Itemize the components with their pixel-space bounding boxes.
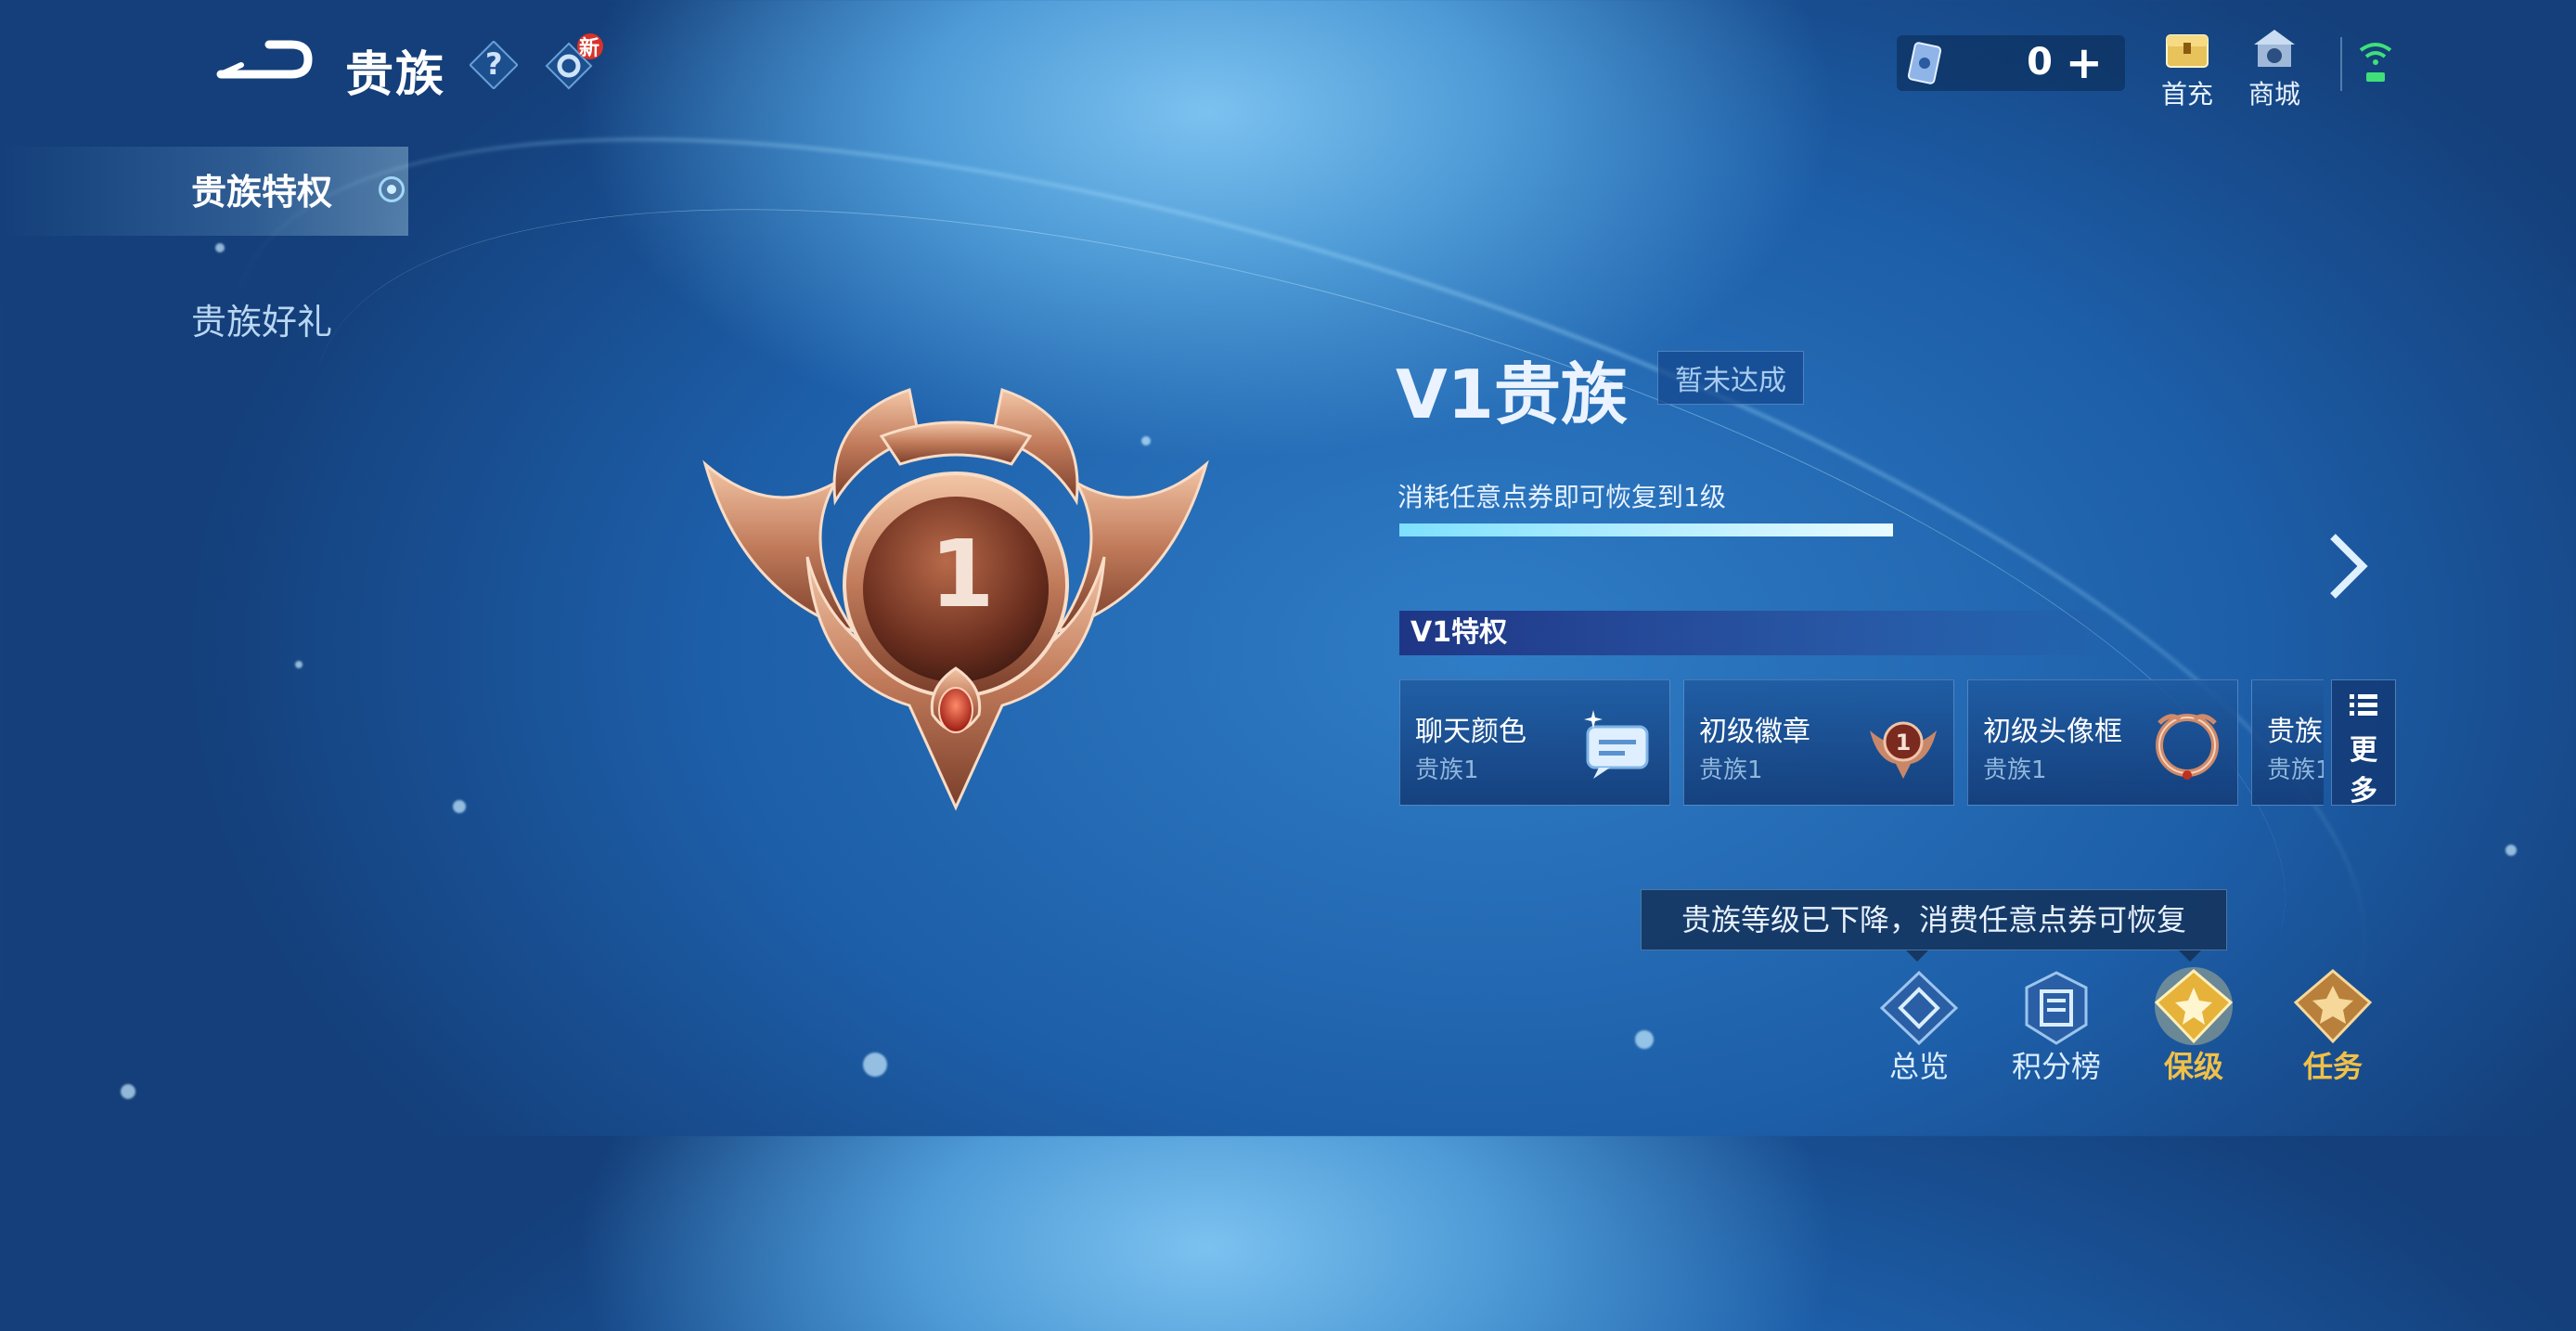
leaderboard-icon	[2025, 971, 2088, 1045]
privilege-card-badge[interactable]: 初级徽章 贵族1 1	[1683, 679, 1954, 806]
level-progress-bar	[1399, 523, 1893, 536]
new-badge: 新	[579, 37, 600, 60]
privilege-card-avatar-frame[interactable]: 初级头像框 贵族1	[1967, 679, 2238, 806]
privilege-card-noble[interactable]: 贵族 贵族1	[2251, 679, 2324, 806]
sidebar-active-indicator	[379, 176, 405, 202]
nav-task[interactable]: 任务	[2277, 965, 2389, 1086]
sparkle	[1635, 1030, 1654, 1049]
keep-level-icon	[2154, 967, 2234, 1045]
sidebar-item-gifts[interactable]: 贵族好礼	[191, 293, 332, 344]
settings-button[interactable]: 新	[544, 33, 609, 93]
privilege-name: 聊天颜色	[1415, 716, 1526, 748]
privilege-level: 贵族1	[2267, 756, 2324, 784]
badge-icon: 1	[1870, 721, 1937, 779]
sparkle	[2505, 845, 2517, 856]
sidebar-item-privileges[interactable]: 贵族特权	[191, 163, 332, 214]
privilege-name: 贵族	[2267, 716, 2323, 748]
restore-hint: 消耗任意点券即可恢复到1级	[1397, 482, 1726, 512]
page-title: 贵族	[345, 47, 446, 103]
list-icon	[2350, 694, 2377, 716]
sparkle	[215, 243, 225, 252]
shop-icon	[2254, 30, 2295, 67]
nav-keep-level[interactable]: 保级	[2138, 965, 2249, 1086]
level-drop-tooltip: 贵族等级已下降，消费任意点券可恢复	[1641, 889, 2227, 950]
shop-label: 商城	[2248, 79, 2300, 110]
privilege-level: 贵族1	[1415, 756, 1479, 784]
privilege-card-chat-color[interactable]: 聊天颜色 贵族1	[1399, 679, 1670, 806]
privilege-name: 初级徽章	[1699, 716, 1810, 748]
more-privileges-button[interactable]: 更 多	[2331, 679, 2396, 808]
sparkle	[295, 661, 303, 668]
nav-leaderboard[interactable]: 积分榜	[2001, 969, 2112, 1086]
nav-label: 积分榜	[2011, 1049, 2101, 1084]
level-name: V1贵族	[1396, 355, 1628, 433]
sparkle	[453, 800, 466, 813]
treasure-chest-icon	[2166, 34, 2209, 68]
wifi-icon	[2359, 43, 2392, 82]
divider	[2340, 37, 2342, 91]
nav-overview[interactable]: 总览	[1863, 969, 1975, 1086]
nav-label: 任务	[2302, 1049, 2363, 1084]
back-arrow-icon	[216, 40, 313, 79]
noble-level-emblem: 1	[687, 381, 1225, 826]
nav-label: 总览	[1888, 1049, 1949, 1084]
coupon-icon	[1907, 42, 1942, 84]
task-icon	[2293, 969, 2373, 1044]
privileges-title: V1特权	[1399, 611, 2123, 655]
first-recharge-button[interactable]: 首充	[2145, 28, 2229, 111]
shop-button[interactable]: 商城	[2233, 26, 2316, 111]
privilege-name: 初级头像框	[1983, 716, 2122, 748]
help-button[interactable]: ?	[469, 40, 519, 90]
overview-icon	[1879, 970, 1959, 1046]
first-recharge-label: 首充	[2160, 79, 2213, 110]
privilege-level: 贵族1	[1983, 756, 2047, 784]
status-badge: 暂未达成	[1657, 351, 1804, 405]
tooltip-arrow	[2179, 950, 2201, 962]
add-currency-button[interactable]: +	[2066, 37, 2103, 89]
tooltip-arrow	[1906, 950, 1928, 962]
back-button[interactable]	[213, 32, 316, 87]
next-level-button[interactable]	[2320, 529, 2376, 603]
nav-label: 保级	[2163, 1049, 2223, 1084]
emblem-number: 1	[930, 520, 995, 628]
more-label-1: 更	[2350, 734, 2377, 767]
svg-text:1: 1	[1896, 730, 1912, 756]
privilege-cards: 聊天颜色 贵族1 初级徽章 贵族1 1 初级头像框 贵族1 贵族 贵族1	[1399, 679, 2324, 806]
chat-bubble-icon	[1584, 710, 1649, 779]
more-label-2: 多	[2350, 775, 2377, 808]
avatar-frame-icon	[2156, 714, 2219, 780]
chevron-right-icon	[2330, 534, 2368, 599]
sparkle	[121, 1084, 135, 1099]
sparkle	[863, 1053, 887, 1077]
level-progress-fill	[1399, 523, 1893, 536]
help-glyph: ?	[485, 46, 503, 82]
network-status	[2357, 37, 2394, 87]
privilege-level: 贵族1	[1699, 756, 1763, 784]
currency-value: 0	[2027, 41, 2053, 84]
currency-bar[interactable]: 0 +	[1897, 35, 2125, 91]
